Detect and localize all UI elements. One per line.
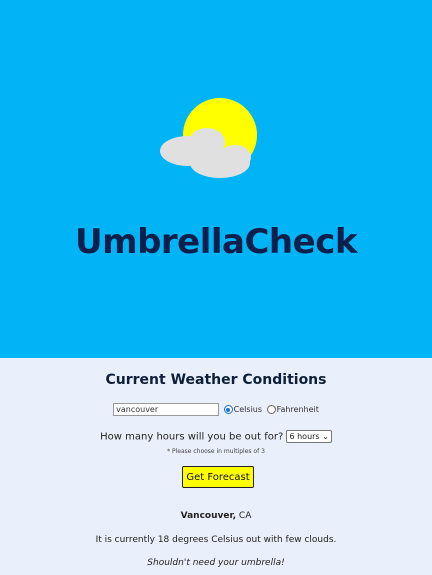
hours-hint: * Please choose in multiples of 3: [167, 448, 265, 455]
result-conditions: It is currently 18 degrees Celsius out w…: [95, 535, 337, 545]
result-city: Vancouver,: [180, 511, 237, 521]
celsius-radio[interactable]: [223, 405, 233, 414]
hours-select-value: 6 hours: [289, 432, 320, 441]
celsius-label: Celsius: [233, 405, 263, 414]
weather-panel: Current Weather Conditions Celsius Fahre…: [0, 358, 432, 575]
hero-banner: UmbrellaCheck: [0, 0, 432, 358]
result-country: CA: [238, 511, 252, 521]
section-title: Current Weather Conditions: [105, 372, 327, 388]
city-unit-row: Celsius Fahrenheit: [0, 403, 432, 416]
city-input[interactable]: [113, 403, 220, 416]
umbrella-advice: Shouldn't need your umbrella!: [147, 558, 285, 568]
fahrenheit-label: Fahrenheit: [276, 405, 319, 414]
get-forecast-button[interactable]: Get Forecast: [182, 466, 254, 488]
fahrenheit-radio[interactable]: [266, 405, 276, 414]
sun-behind-cloud-icon: [160, 98, 257, 178]
hours-select[interactable]: 6 hours ⌄: [286, 430, 332, 443]
app-title: UmbrellaCheck: [75, 222, 357, 262]
chevron-down-icon: ⌄: [322, 432, 329, 441]
hours-row: How many hours will you be out for? 6 ho…: [0, 430, 432, 443]
result-location: Vancouver, CA: [0, 511, 432, 521]
hours-label: How many hours will you be out for?: [100, 431, 284, 443]
